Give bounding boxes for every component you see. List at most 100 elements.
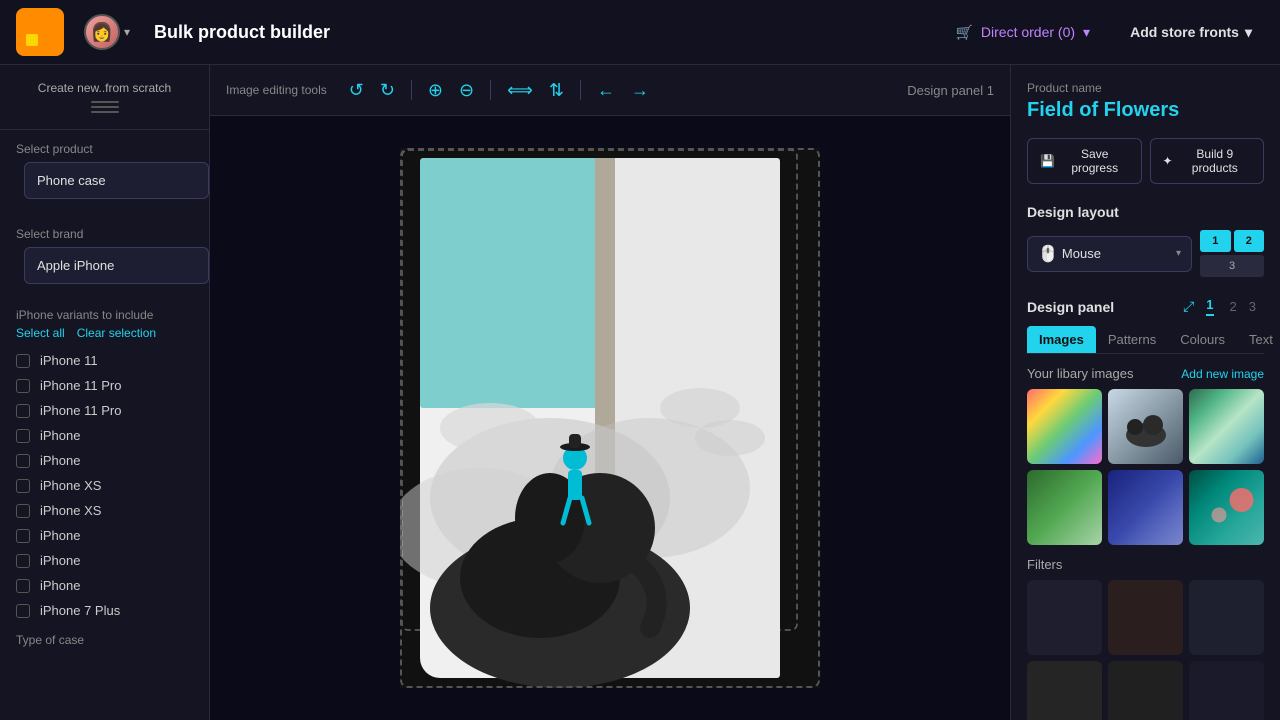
variant-label: iPhone [40,428,80,443]
zoom-in-button[interactable]: ⊕ [422,77,449,103]
image-grid [1027,389,1264,545]
variant-checkbox-iphone11[interactable] [16,354,30,368]
variants-header: iPhone variants to include [0,300,209,326]
layout-dropdown-text: Mouse [1062,246,1176,261]
design-panel-label: Design panel 1 [907,83,994,98]
tab-images[interactable]: Images [1027,326,1096,353]
filter-2[interactable] [1108,580,1183,655]
canvas-toolbar: Image editing tools ↺ ↻ ⊕ ⊖ ⟺ ⇅ ← → Desi… [210,65,1010,116]
product-name-value: Field of Flowers [1027,99,1264,122]
type-of-case-label: Type of case [0,623,209,651]
list-item: iPhone [0,448,209,473]
variant-checkbox-iphonexs-2[interactable] [16,504,30,518]
flip-vertical-button[interactable]: ⇅ [543,77,570,103]
library-image-4[interactable] [1027,470,1102,545]
variant-label: iPhone [40,578,80,593]
user-avatar-wrapper[interactable]: 👩 ▾ [84,14,130,50]
create-from-scratch[interactable]: Create new..from scratch [0,65,209,130]
redo-button[interactable]: ↻ [374,77,401,103]
panel-number-3[interactable]: 3 [1249,299,1256,314]
variant-checkbox-iphone-3[interactable] [16,529,30,543]
layout-cell-2[interactable]: 2 [1234,230,1265,252]
product-select-wrapper[interactable]: Phone case [12,162,197,203]
save-progress-button[interactable]: 💾 Save progress [1027,138,1142,184]
layout-cell-1[interactable]: 1 [1200,230,1231,252]
filters-title: Filters [1027,557,1264,572]
panel-number-2[interactable]: 2 [1230,299,1237,314]
variant-checkbox-iphone11pro-2[interactable] [16,404,30,418]
variant-checkbox-iphone-1[interactable] [16,429,30,443]
direct-order-chevron: ▾ [1083,24,1090,41]
variant-label: iPhone [40,553,80,568]
header-right: 🛒 Direct order (0) ▾ Add store fronts ▾ [943,16,1264,49]
panel-number-1[interactable]: 1 [1206,297,1213,316]
undo-button[interactable]: ↺ [343,77,370,103]
clear-selection-link[interactable]: Clear selection [77,326,156,340]
layout-dropdown[interactable]: 🖱️ Mouse ▾ [1027,236,1192,272]
brand-select-wrapper[interactable]: Apple iPhone [12,247,197,288]
variant-checkbox-iphone11pro-1[interactable] [16,379,30,393]
design-panel-header: Design panel ⤢ 1 2 3 [1027,297,1264,316]
filter-5[interactable] [1108,661,1183,720]
avatar-chevron: ▾ [124,25,130,39]
library-image-5[interactable] [1108,470,1183,545]
product-name-label: Product name [1027,81,1264,95]
variant-checkbox-iphone-5[interactable] [16,579,30,593]
phone-case-preview [400,148,820,688]
zoom-out-button[interactable]: ⊖ [453,77,480,103]
library-image-3[interactable] [1189,389,1264,464]
action-buttons: 💾 Save progress ✦ Build 9 products [1027,138,1264,184]
variant-checkbox-iphone7plus[interactable] [16,604,30,618]
filter-6[interactable] [1189,661,1264,720]
avatar: 👩 [84,14,120,50]
filter-grid [1027,580,1264,720]
library-header: Your libary images Add new image [1027,366,1264,381]
list-item: iPhone [0,548,209,573]
page-title: Bulk product builder [154,22,943,43]
tab-text[interactable]: Text [1237,326,1280,353]
build-products-button[interactable]: ✦ Build 9 products [1150,138,1265,184]
menu-icon [16,101,193,113]
variant-label: iPhone [40,453,80,468]
library-image-6[interactable] [1189,470,1264,545]
filter-1[interactable] [1027,580,1102,655]
add-new-image-link[interactable]: Add new image [1181,367,1264,381]
design-layout-row: 🖱️ Mouse ▾ 1 2 3 [1027,230,1264,277]
list-item: iPhone [0,573,209,598]
variant-checkbox-iphone-4[interactable] [16,554,30,568]
panel-tabs-row: ⤢ 1 2 3 [1183,297,1264,316]
library-image-1[interactable] [1027,389,1102,464]
add-store-label: Add store fronts [1130,24,1239,40]
arrow-right-button[interactable]: → [625,77,655,103]
arrow-left-button[interactable]: ← [591,77,621,103]
variant-label: iPhone 11 Pro [40,403,121,418]
layout-chevron-icon: ▾ [1176,248,1181,259]
library-image-2[interactable] [1108,389,1183,464]
tab-colours[interactable]: Colours [1168,326,1237,353]
product-select[interactable]: Phone case [24,162,209,199]
cart-icon: 🛒 [955,24,972,41]
select-all-link[interactable]: Select all [16,326,65,340]
list-item: iPhone [0,423,209,448]
variant-checkbox-iphonexs-1[interactable] [16,479,30,493]
expand-icon[interactable]: ⤢ [1183,298,1194,315]
filter-3[interactable] [1189,580,1264,655]
separator-1 [411,80,412,100]
layout-cell-3[interactable]: 3 [1200,255,1264,277]
tab-patterns[interactable]: Patterns [1096,326,1168,353]
flip-horizontal-button[interactable]: ⟺ [501,77,539,103]
filter-4[interactable] [1027,661,1102,720]
select-brand-label: Select brand [0,215,209,247]
variants-links: Select all Clear selection [0,326,209,348]
list-item: iPhone 11 [0,348,209,373]
select-product-label: Select product [0,130,209,162]
add-store-button[interactable]: Add store fronts ▾ [1118,16,1264,49]
save-label: Save progress [1061,147,1129,175]
list-item: iPhone [0,523,209,548]
variant-label: iPhone [40,528,80,543]
variant-label: iPhone XS [40,478,101,493]
create-text: Create new..from scratch [16,81,193,95]
brand-select[interactable]: Apple iPhone [24,247,209,284]
direct-order-button[interactable]: 🛒 Direct order (0) ▾ [943,16,1102,49]
variant-checkbox-iphone-2[interactable] [16,454,30,468]
